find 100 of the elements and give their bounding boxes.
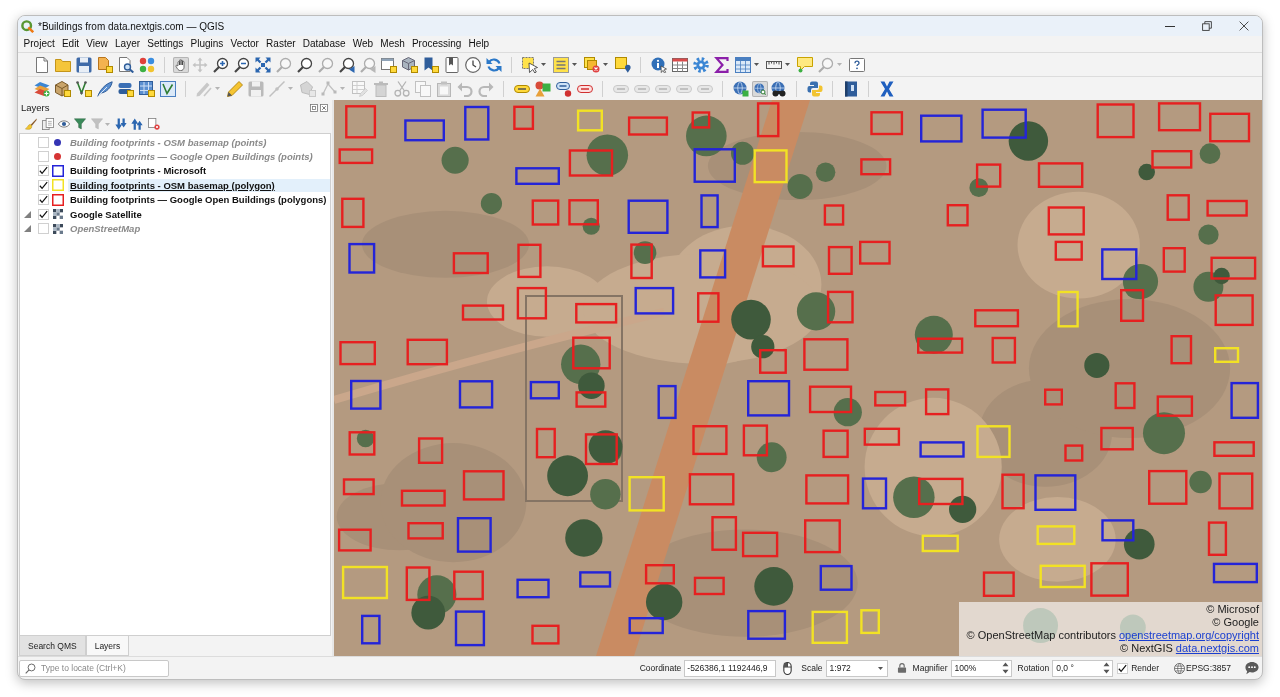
menu-item[interactable]: Plugins xyxy=(186,37,227,51)
layer-name[interactable]: OpenStreetMap xyxy=(68,222,143,236)
menu-item[interactable]: Processing xyxy=(408,37,465,51)
caret-icon[interactable] xyxy=(754,63,759,66)
zoom-in-icon[interactable] xyxy=(212,56,229,73)
arrows-up-icon[interactable] xyxy=(131,118,144,130)
cross-icon[interactable] xyxy=(878,80,895,97)
restore-icon[interactable] xyxy=(1201,21,1212,31)
stack-badge-icon[interactable] xyxy=(117,80,134,97)
eye-icon[interactable] xyxy=(57,118,70,130)
page-magnifier-icon[interactable] xyxy=(117,56,134,73)
menu-item[interactable]: Settings xyxy=(143,37,187,51)
caret-icon[interactable] xyxy=(603,63,608,66)
coordinate-field[interactable]: -526386,1 1192446,9 xyxy=(684,659,777,677)
question-box-icon[interactable] xyxy=(848,56,865,73)
selection-cursor-icon[interactable] xyxy=(521,56,538,73)
magnifier-spinbox[interactable]: 100% xyxy=(950,659,1012,677)
interlocked-shapes-icon[interactable] xyxy=(806,80,823,97)
globe-badge-icon[interactable] xyxy=(732,80,749,97)
chat-bubble-icon[interactable] xyxy=(1245,661,1259,675)
vertex-square-icon[interactable] xyxy=(159,80,176,97)
spin-arrows-icon[interactable] xyxy=(1001,662,1009,674)
palette-icon[interactable] xyxy=(138,56,155,73)
menu-item[interactable]: Database xyxy=(299,37,350,51)
pencil-icon[interactable] xyxy=(226,80,243,97)
layer-name[interactable]: Building footprints — Google Open Buildings (polygons) xyxy=(68,193,329,207)
layer-name[interactable]: Building footprints - OSM basemap (points) xyxy=(68,135,269,149)
spin-arrows-icon[interactable] xyxy=(1103,662,1111,674)
table-icon[interactable] xyxy=(671,56,688,73)
globe-binoculars-icon[interactable] xyxy=(770,80,787,97)
menu-item[interactable]: Raster xyxy=(262,37,300,51)
cube-badge-icon[interactable] xyxy=(401,56,418,73)
window-badge-icon[interactable] xyxy=(380,56,397,73)
page-badge-icon[interactable] xyxy=(96,56,113,73)
menu-item[interactable]: Project xyxy=(20,37,59,51)
tag-pin-icon[interactable] xyxy=(555,80,572,97)
caret-icon[interactable] xyxy=(877,666,883,670)
vertex-badge-icon[interactable] xyxy=(75,80,92,97)
grid-badge-icon[interactable] xyxy=(138,80,155,97)
pages-icon[interactable] xyxy=(41,118,54,130)
menu-item[interactable]: Mesh xyxy=(376,37,409,51)
expand-arrows-icon[interactable] xyxy=(254,56,271,73)
list-icon[interactable] xyxy=(552,56,569,73)
close-icon[interactable] xyxy=(320,103,328,112)
page-cross-icon[interactable] xyxy=(147,118,160,130)
dock-tab[interactable]: Search QMS xyxy=(19,636,86,656)
caret-icon[interactable] xyxy=(785,63,790,66)
brush-icon[interactable] xyxy=(25,118,38,130)
scale-combobox[interactable]: 1:972 xyxy=(825,659,888,677)
caret-icon[interactable] xyxy=(541,63,546,66)
arrows-down-icon[interactable] xyxy=(115,118,128,130)
squares-cross-icon[interactable] xyxy=(583,56,600,73)
layer-name[interactable]: Building footprints - Microsoft xyxy=(68,164,209,178)
rotation-spinbox[interactable]: 0,0 ° xyxy=(1052,659,1114,677)
menu-item[interactable]: Help xyxy=(465,37,493,51)
globe-magnifier-icon[interactable] xyxy=(751,80,768,97)
locator-field[interactable]: Type to locate (Ctrl+K) xyxy=(19,659,169,677)
close-icon[interactable] xyxy=(1238,21,1249,31)
menu-item[interactable]: View xyxy=(82,37,112,51)
clock-icon[interactable] xyxy=(464,56,481,73)
float-icon[interactable] xyxy=(310,103,318,112)
render-checkbox[interactable] xyxy=(1117,662,1129,674)
bookmark-badge-icon[interactable] xyxy=(422,56,439,73)
mouse-icon[interactable] xyxy=(781,661,795,675)
layers-stack-icon[interactable] xyxy=(33,80,50,97)
shapes-icon[interactable] xyxy=(534,80,551,97)
sigma-icon[interactable] xyxy=(713,56,730,73)
magnifier-arrow-icon[interactable] xyxy=(338,56,355,73)
caret-icon[interactable] xyxy=(572,63,577,66)
layer-checkbox[interactable] xyxy=(38,179,49,191)
layer-checkbox[interactable] xyxy=(38,208,49,220)
refresh-icon[interactable] xyxy=(485,56,502,73)
book-icon[interactable] xyxy=(842,80,859,97)
minimize-icon[interactable] xyxy=(1164,25,1175,27)
layer-checkbox[interactable] xyxy=(38,151,49,163)
layer-name[interactable]: Google Satellite xyxy=(68,207,144,221)
funnel-icon[interactable] xyxy=(74,118,87,130)
feather-icon[interactable] xyxy=(96,80,113,97)
layer-checkbox[interactable] xyxy=(38,165,49,177)
menu-item[interactable]: Layer xyxy=(111,37,144,51)
zoom-out-icon[interactable] xyxy=(233,56,250,73)
menu-item[interactable]: Web xyxy=(349,37,377,51)
layer-checkbox[interactable] xyxy=(38,223,49,235)
box-badge-icon[interactable] xyxy=(54,80,71,97)
layer-name[interactable]: Building footprints — Google Open Buildings (points) xyxy=(68,150,315,164)
table-grid-icon[interactable] xyxy=(734,56,751,73)
folder-icon[interactable] xyxy=(54,56,71,73)
bookmark-icon[interactable] xyxy=(443,56,460,73)
layer-checkbox[interactable] xyxy=(38,136,49,148)
magnifier-icon[interactable] xyxy=(296,56,313,73)
layer-checkbox[interactable] xyxy=(38,194,49,206)
attribution-link[interactable]: data.nextgis.com xyxy=(1175,642,1259,654)
dock-tab[interactable]: Layers xyxy=(85,636,130,656)
padlock-icon[interactable] xyxy=(896,662,907,674)
hand-icon[interactable] xyxy=(172,56,189,73)
crs-button[interactable]: EPSG:3857 xyxy=(1174,662,1231,674)
square-pin-icon[interactable] xyxy=(614,56,631,73)
page-icon[interactable] xyxy=(33,56,50,73)
speech-bubble-icon[interactable] xyxy=(796,56,813,73)
menu-item[interactable]: Edit xyxy=(58,37,83,51)
